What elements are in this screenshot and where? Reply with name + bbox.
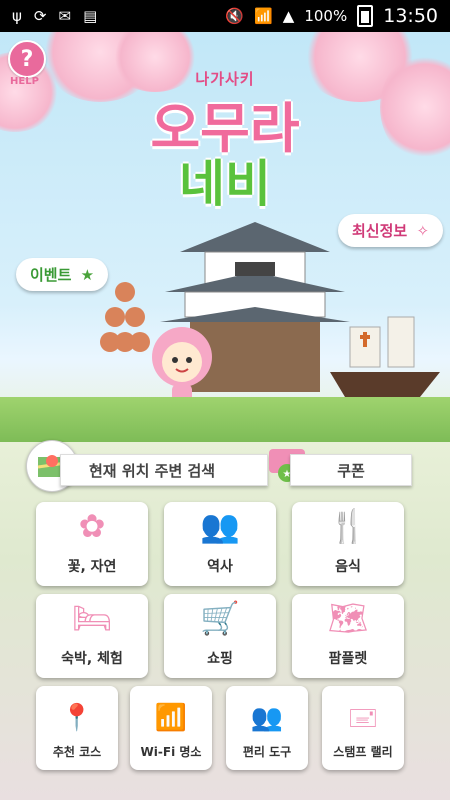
status-bar: ψ ⟳ ✉ ▤ 🔇 📶 ▲ 100% 13:50 [0, 0, 450, 32]
category-label: 편리 도구 [242, 745, 292, 759]
category-label: 스탬프 랠리 [333, 745, 393, 759]
grass-ground [0, 397, 450, 442]
sim-icon: ▤ [83, 7, 98, 25]
clock: 13:50 [383, 5, 438, 27]
stamp-icon: 🖃 [347, 703, 379, 733]
star-icon: ★ [80, 266, 95, 284]
statue-icon: 👥 [200, 507, 240, 545]
bed-person-icon: 🛏 [71, 599, 113, 637]
category-recommended-course[interactable]: 📍 추천 코스 [36, 686, 118, 770]
category-history[interactable]: 👥 역사 [164, 502, 276, 586]
category-label: 쇼핑 [207, 651, 233, 667]
wifi-icon: 📶 [154, 703, 188, 733]
people-icon: 👥 [250, 703, 284, 733]
category-label: 역사 [207, 559, 233, 575]
map-pamphlet-icon: 🗺 [327, 599, 369, 637]
category-label: 꽃, 자연 [67, 559, 117, 575]
news-label: 최신정보 [352, 222, 408, 240]
event-label: 이벤트 [30, 266, 72, 284]
news-button[interactable]: 최신정보 ✧ [338, 214, 444, 247]
battery-icon [357, 5, 374, 27]
category-label: 추천 코스 [52, 745, 102, 759]
fork-knife-beer-icon: 🍴 [328, 507, 368, 545]
category-label: 음식 [335, 559, 361, 575]
category-label: Wi-Fi 명소 [140, 745, 202, 759]
nearby-search-label: 현재 위치 주변 검색 [89, 461, 216, 480]
location-pin-icon: 📍 [60, 703, 94, 733]
category-shopping[interactable]: 🛒 쇼핑 [164, 594, 276, 678]
category-label: 팜플렛 [328, 651, 368, 667]
cherry-blossom-icon: ✿ [78, 507, 106, 545]
usb-icon: ψ [12, 7, 22, 25]
category-stamp-rally[interactable]: 🖃 스탬프 랠리 [322, 686, 404, 770]
category-label: 숙박, 체험 [61, 651, 123, 667]
event-button[interactable]: 이벤트 ★ [16, 258, 109, 291]
nearby-search-button[interactable]: 현재 위치 주변 검색 [60, 454, 268, 486]
category-stay-experience[interactable]: 🛏 숙박, 체험 [36, 594, 148, 678]
shopping-cart-icon: 🛒 [200, 599, 240, 637]
category-pamphlet[interactable]: 🗺 팜플렛 [292, 594, 404, 678]
signal-icon: ▲ [282, 7, 295, 25]
gmail-icon: ✉ [58, 7, 72, 25]
hero: ? HELP 나가사키 오무라 네비 이벤트 ★ 최신정보 ✧ [0, 32, 450, 442]
category-food[interactable]: 🍴 음식 [292, 502, 404, 586]
battery-percent: 100% [304, 7, 348, 25]
sync-icon: ⟳ [33, 7, 47, 25]
category-flower-nature[interactable]: ✿ 꽃, 자연 [36, 502, 148, 586]
app-title-2: 네비 [179, 155, 271, 213]
mute-icon: 🔇 [225, 7, 245, 25]
coupon-button[interactable]: 쿠폰 [290, 454, 412, 486]
category-wifi-spots[interactable]: 📶 Wi-Fi 명소 [130, 686, 212, 770]
category-convenient-tools[interactable]: 👥 편리 도구 [226, 686, 308, 770]
sparkle-icon: ✧ [416, 222, 430, 240]
coupon-label: 쿠폰 [337, 461, 365, 480]
wifi-icon: 📶 [254, 7, 273, 25]
